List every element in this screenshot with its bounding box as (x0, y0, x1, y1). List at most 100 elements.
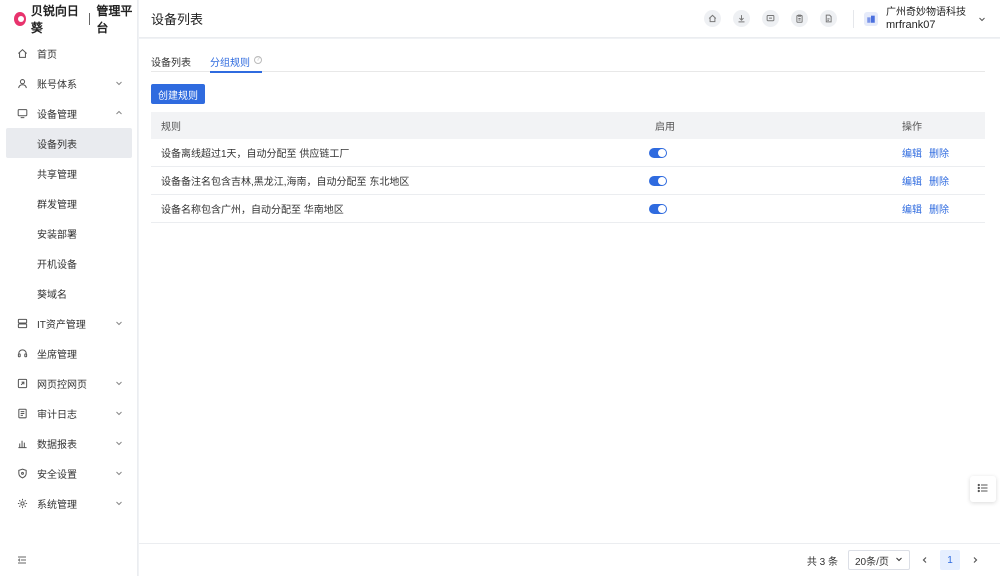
top-header: 设备列表 广州奇妙物语科技 mrfrank07 (139, 0, 1000, 38)
sidebar-subitem-mass-send[interactable]: 群发管理 (0, 188, 137, 218)
brand[interactable]: 贝锐向日葵 管理平台 (0, 0, 137, 38)
main-content: 设备列表 分组规则 ? 创建规则 规则 启用 操作 设备离线超过1天，自动分配至… (139, 39, 1000, 543)
sidebar-item-label: IT资产管理 (37, 319, 86, 331)
ops-cell: 编辑 删除 (902, 145, 985, 160)
brand-subtitle: 管理平台 (96, 4, 133, 35)
sidebar-item-label: 数据报表 (37, 439, 77, 451)
tab-bar: 设备列表 分组规则 ? (151, 49, 985, 73)
rule-text: 设备离线超过1天，自动分配至 供应链工厂 (161, 149, 350, 160)
sidebar-subitem-device-list[interactable]: 设备列表 (6, 128, 132, 158)
tab-group-rules[interactable]: 分组规则 ? (210, 49, 262, 73)
gear-icon (16, 497, 28, 509)
page-size-select[interactable]: 20条/页 (848, 550, 910, 570)
column-header-enable: 启用 (655, 122, 675, 133)
document-icon[interactable] (820, 10, 837, 27)
collapse-sidebar-icon[interactable] (16, 554, 28, 566)
delete-link[interactable]: 删除 (929, 201, 949, 216)
tab-label: 分组规则 (210, 58, 250, 69)
download-icon[interactable] (733, 10, 750, 27)
sidebar-item-reports[interactable]: 数据报表 (0, 428, 137, 458)
sidebar-item-seat[interactable]: 坐席管理 (0, 338, 137, 368)
chevron-down-icon (115, 499, 123, 507)
sidebar-item-account[interactable]: 账号体系 (0, 68, 137, 98)
web-control-icon (16, 377, 28, 389)
sidebar-item-home[interactable]: 首页 (0, 38, 137, 68)
tab-device-list[interactable]: 设备列表 (151, 49, 191, 72)
chevron-down-icon (115, 409, 123, 417)
sidebar-subitem-share[interactable]: 共享管理 (0, 158, 137, 188)
user-menu[interactable]: 广州奇妙物语科技 mrfrank07 (864, 6, 986, 32)
rule-text: 设备备注名包含吉林,黑龙江,海南，自动分配至 东北地区 (161, 177, 410, 188)
enable-cell (645, 147, 902, 158)
sidebar-item-system[interactable]: 系统管理 (0, 488, 137, 518)
home-icon[interactable] (704, 10, 721, 27)
prev-page-button[interactable] (918, 553, 932, 567)
org-avatar-icon (864, 11, 878, 26)
next-page-button[interactable] (968, 553, 982, 567)
headset-icon (16, 347, 28, 359)
table-row: 设备离线超过1天，自动分配至 供应链工厂 编辑 删除 (151, 139, 985, 167)
pagination: 共 3 条 20条/页 1 (139, 543, 1000, 576)
edit-link[interactable]: 编辑 (902, 173, 922, 188)
brand-name: 贝锐向日葵 (30, 4, 79, 35)
table-header: 规则 启用 操作 (151, 112, 985, 139)
sidebar-subitem-domain[interactable]: 葵域名 (0, 278, 137, 308)
table-row: 设备名称包含广州，自动分配至 华南地区 编辑 删除 (151, 195, 985, 223)
sidebar-item-label: 设备管理 (37, 109, 77, 121)
chevron-down-icon (115, 469, 123, 477)
sidebar-item-label: 系统管理 (37, 499, 77, 511)
tab-label: 设备列表 (151, 58, 191, 69)
chevron-down-icon (115, 79, 123, 87)
rules-table: 规则 启用 操作 设备离线超过1天，自动分配至 供应链工厂 编辑 删除 设备备注… (151, 112, 985, 223)
delete-link[interactable]: 删除 (929, 173, 949, 188)
sidebar-item-device-management[interactable]: 设备管理 (0, 98, 137, 128)
edit-link[interactable]: 编辑 (902, 201, 922, 216)
edit-link[interactable]: 编辑 (902, 145, 922, 160)
user-name: mrfrank07 (886, 18, 936, 31)
sidebar-item-label: 安全设置 (37, 469, 77, 481)
page-title: 设备列表 (151, 12, 204, 27)
table-row: 设备备注名包含吉林,黑龙江,海南，自动分配至 东北地区 编辑 删除 (151, 167, 985, 195)
home-icon (16, 47, 28, 59)
enable-toggle[interactable] (649, 175, 667, 186)
sidebar-subitem-boot-device[interactable]: 开机设备 (0, 248, 137, 278)
list-menu-button[interactable] (970, 476, 996, 502)
clipboard-icon[interactable] (791, 10, 808, 27)
page-number-current[interactable]: 1 (940, 550, 960, 570)
chevron-down-icon (895, 555, 903, 566)
sidebar-item-label: 账号体系 (37, 79, 77, 91)
brand-logo-icon (14, 12, 26, 26)
shield-icon (16, 467, 28, 479)
user-info: 广州奇妙物语科技 mrfrank07 (886, 6, 966, 32)
brand-divider (88, 13, 90, 25)
sidebar-item-label: 首页 (37, 49, 57, 61)
help-icon[interactable]: ? (254, 56, 262, 64)
sidebar-item-audit-log[interactable]: 审计日志 (0, 398, 137, 428)
list-icon (977, 482, 989, 497)
log-icon (16, 407, 28, 419)
chevron-down-icon (115, 379, 123, 387)
sidebar-item-web-control[interactable]: 网页控网页 (0, 368, 137, 398)
user-icon (16, 77, 28, 89)
column-header-rule: 规则 (161, 122, 181, 133)
chevron-down-icon (115, 439, 123, 447)
sidebar-item-label: 网页控网页 (37, 379, 87, 391)
sidebar-subitem-deploy[interactable]: 安装部署 (0, 218, 137, 248)
sidebar-item-it-assets[interactable]: IT资产管理 (0, 308, 137, 338)
sidebar-menu: 首页 账号体系 设备管理 设备列表 共享管理 群发管理 安装部署 开机设备 葵域… (0, 38, 137, 518)
sidebar-item-label: 审计日志 (37, 409, 77, 421)
monitor-icon (16, 107, 28, 119)
sidebar-item-security[interactable]: 安全设置 (0, 458, 137, 488)
create-rule-button[interactable]: 创建规则 (151, 84, 205, 104)
column-header-ops: 操作 (902, 122, 922, 133)
org-name: 广州奇妙物语科技 (886, 6, 966, 18)
chevron-down-icon (978, 15, 986, 23)
chevron-up-icon (115, 109, 123, 117)
header-divider (853, 9, 854, 28)
rule-text: 设备名称包含广州，自动分配至 华南地区 (161, 205, 344, 216)
enable-toggle[interactable] (649, 147, 667, 158)
enable-toggle[interactable] (649, 203, 667, 214)
message-icon[interactable] (762, 10, 779, 27)
total-count: 共 3 条 (806, 556, 838, 568)
delete-link[interactable]: 删除 (929, 145, 949, 160)
